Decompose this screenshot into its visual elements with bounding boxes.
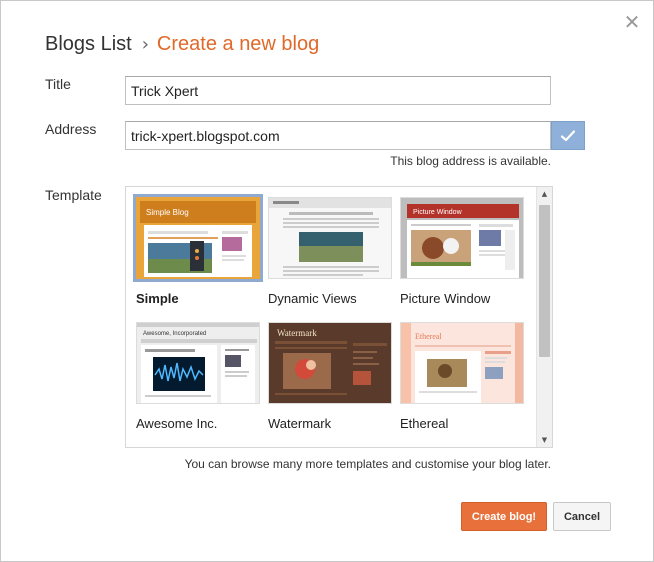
cancel-button[interactable]: Cancel <box>553 502 611 531</box>
breadcrumb-blogs-list[interactable]: Blogs List <box>45 33 132 55</box>
template-name-simple: Simple <box>136 291 179 306</box>
template-name-dynamic-views: Dynamic Views <box>268 291 357 306</box>
simple-thumb-title: Simple Blog <box>146 208 189 217</box>
template-gallery-scrollbar[interactable]: ▲ ▼ <box>536 187 552 447</box>
scroll-up-arrow-icon[interactable]: ▲ <box>537 187 552 201</box>
template-name-ethereal: Ethereal <box>400 416 449 431</box>
template-thumbnail-simple: Simple Blog <box>133 194 263 282</box>
checkmark-icon <box>560 129 576 141</box>
template-thumbnail-awesome-inc: Awesome, Incorporated <box>136 322 260 404</box>
browse-templates-note: You can browse many more templates and c… <box>184 457 551 471</box>
title-input[interactable] <box>125 76 551 105</box>
ethereal-thumb-title: Ethereal <box>415 332 442 341</box>
title-label: Title <box>45 76 71 92</box>
address-check-button[interactable] <box>551 121 585 150</box>
page-title: Create a new blog <box>156 33 320 55</box>
awesome-thumb-title: Awesome, Incorporated <box>143 331 206 337</box>
scrollbar-thumb[interactable] <box>539 205 550 357</box>
watermark-thumb-title: Watermark <box>277 328 317 338</box>
template-thumbnail-dynamic-views <box>268 197 392 279</box>
template-thumbnail-picture-window: Picture Window <box>400 197 524 279</box>
create-blog-dialog: ✕ Blogs List › Create a new blog Title Add… <box>0 0 654 562</box>
template-name-watermark: Watermark <box>268 416 332 431</box>
template-gallery: Simple Blog Simple Dynamic Views Picture… <box>125 186 553 448</box>
template-name-picture-window: Picture Window <box>400 291 491 306</box>
template-label: Template <box>45 187 102 203</box>
close-icon[interactable]: ✕ <box>623 12 641 32</box>
address-availability-status: This blog address is available. <box>390 154 551 168</box>
picture-window-thumb-title: Picture Window <box>413 209 463 216</box>
create-blog-button[interactable]: Create blog! <box>461 502 547 531</box>
address-input[interactable] <box>125 121 551 150</box>
breadcrumb: Blogs List › Create a new blog <box>45 33 319 59</box>
address-label: Address <box>45 121 97 137</box>
template-thumbnail-watermark: Watermark <box>268 322 392 404</box>
template-name-awesome-inc: Awesome Inc. <box>136 416 218 431</box>
template-thumbnail-ethereal: Ethereal <box>400 322 524 404</box>
scroll-down-arrow-icon[interactable]: ▼ <box>537 433 552 447</box>
breadcrumb-separator: › <box>141 34 149 55</box>
